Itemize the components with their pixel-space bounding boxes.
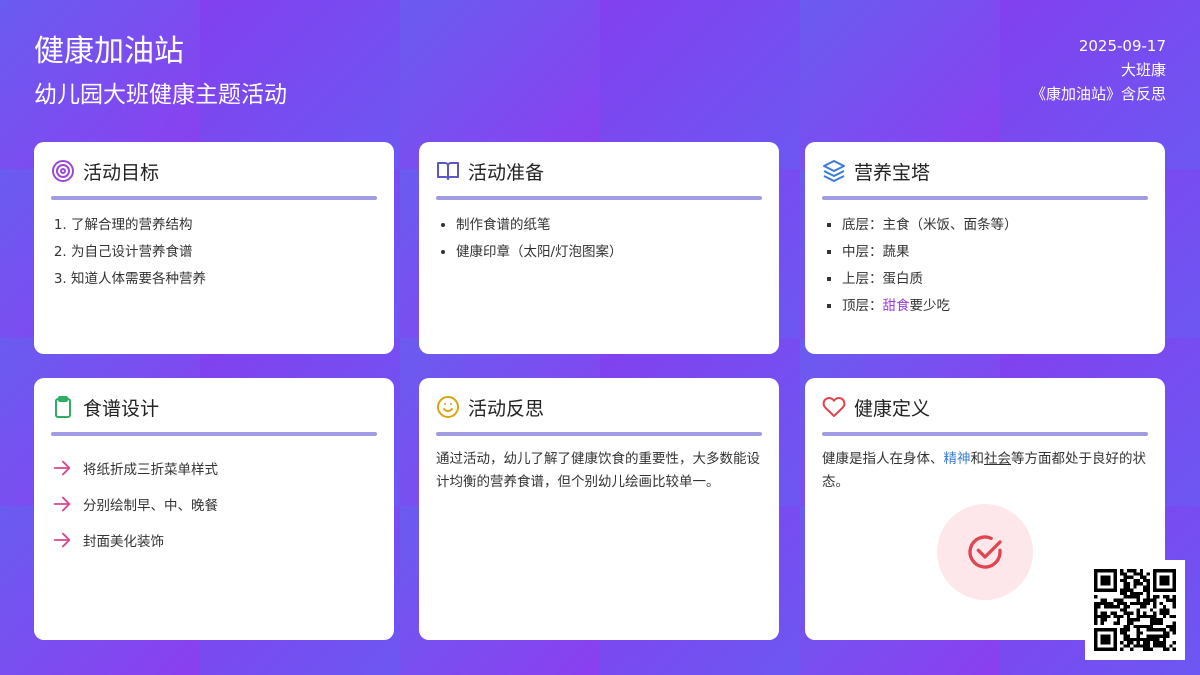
card-divider	[436, 196, 762, 200]
list-item: 健康印章（太阳/灯泡图案）	[456, 239, 762, 266]
card-title: 活动准备	[468, 161, 545, 184]
list-item-label: 分别绘制早、中、晚餐	[83, 498, 218, 514]
card-pyramid: 营养宝塔 底层：主食（米饭、面条等） 中层：蔬果 上层：蛋白质 顶层：甜食要少吃	[805, 142, 1165, 354]
list-item: 分别绘制早、中、晚餐	[51, 486, 377, 522]
card-title: 健康定义	[854, 397, 931, 420]
header: 健康加油站 幼儿园大班健康主题活动	[34, 30, 287, 112]
card-recipe: 食谱设计 将纸折成三折菜单样式 分别绘制早、中、晚餐 封面美化装饰	[34, 378, 394, 640]
pyramid-list: 底层：主食（米饭、面条等） 中层：蔬果 上层：蛋白质 顶层：甜食要少吃	[822, 212, 1148, 320]
list-item: 制作食谱的纸笔	[456, 212, 762, 239]
target-icon	[52, 160, 74, 182]
smile-icon	[437, 396, 459, 418]
layers-icon	[823, 160, 845, 182]
list-item-suffix: 要少吃	[909, 298, 951, 314]
list-item: 顶层：甜食要少吃	[842, 293, 1148, 320]
definition-text: 健康是指人在身体、精神和社会等方面都处于良好的状态。	[822, 448, 1148, 494]
date-label: 2025-09-17	[1078, 37, 1166, 55]
definition-part: 和	[970, 451, 985, 467]
list-item: 底层：主食（米饭、面条等）	[842, 212, 1148, 239]
book-icon	[437, 162, 459, 180]
list-item: 上层：蛋白质	[842, 266, 1148, 293]
clipboard-icon	[55, 396, 71, 418]
card-divider	[436, 432, 762, 436]
list-item: 了解合理的营养结构	[71, 212, 377, 239]
card-divider	[51, 432, 377, 436]
card-title: 活动反思	[468, 397, 545, 420]
list-item: 将纸折成三折菜单样式	[51, 450, 377, 486]
arrow-right-icon	[53, 496, 71, 512]
arrow-right-icon	[53, 532, 71, 548]
class-label: 大班康	[1120, 61, 1166, 79]
arrow-right-icon	[53, 460, 71, 476]
highlight-spirit: 精神	[943, 451, 971, 467]
page-subtitle: 幼儿园大班健康主题活动	[34, 82, 287, 108]
highlight-society: 社会	[984, 451, 1011, 467]
definition-part: 健康是指人在身体、	[822, 451, 944, 467]
list-item-label: 封面美化装饰	[83, 534, 164, 550]
check-circle-icon	[968, 535, 1002, 569]
card-reflection: 活动反思 通过活动，幼儿了解了健康饮食的重要性，大多数能设计均衡的营养食谱，但个…	[419, 378, 779, 640]
heart-icon	[822, 397, 846, 417]
card-title: 食谱设计	[83, 397, 160, 420]
card-title: 活动目标	[83, 161, 160, 184]
doc-label: 《康加油站》含反思	[1030, 85, 1166, 103]
card-divider	[822, 196, 1148, 200]
page-title: 健康加油站	[34, 34, 184, 69]
list-item: 封面美化装饰	[51, 522, 377, 558]
recipe-list: 将纸折成三折菜单样式 分别绘制早、中、晚餐 封面美化装饰	[51, 450, 377, 558]
prep-list: 制作食谱的纸笔 健康印章（太阳/灯泡图案）	[436, 212, 762, 266]
list-item-prefix: 顶层：	[842, 298, 883, 314]
goals-list: 了解合理的营养结构 为自己设计营养食谱 知道人体需要各种营养	[51, 212, 377, 293]
card-prep: 活动准备 制作食谱的纸笔 健康印章（太阳/灯泡图案）	[419, 142, 779, 354]
card-divider	[822, 432, 1148, 436]
highlight-text: 甜食	[882, 298, 910, 314]
card-divider	[51, 196, 377, 200]
qr-code	[1085, 560, 1185, 660]
list-item: 为自己设计营养食谱	[71, 239, 377, 266]
qr-code-icon	[1094, 569, 1176, 651]
list-item: 知道人体需要各种营养	[71, 266, 377, 293]
reflection-text: 通过活动，幼儿了解了健康饮食的重要性，大多数能设计均衡的营养食谱，但个别幼儿绘画…	[436, 451, 760, 490]
check-badge	[937, 504, 1033, 600]
list-item-label: 将纸折成三折菜单样式	[83, 462, 218, 478]
card-title: 营养宝塔	[854, 161, 931, 184]
list-item: 中层：蔬果	[842, 239, 1148, 266]
card-goals: 活动目标 了解合理的营养结构 为自己设计营养食谱 知道人体需要各种营养	[34, 142, 394, 354]
header-meta: 2025-09-17 大班康 《康加油站》含反思	[1031, 34, 1166, 106]
